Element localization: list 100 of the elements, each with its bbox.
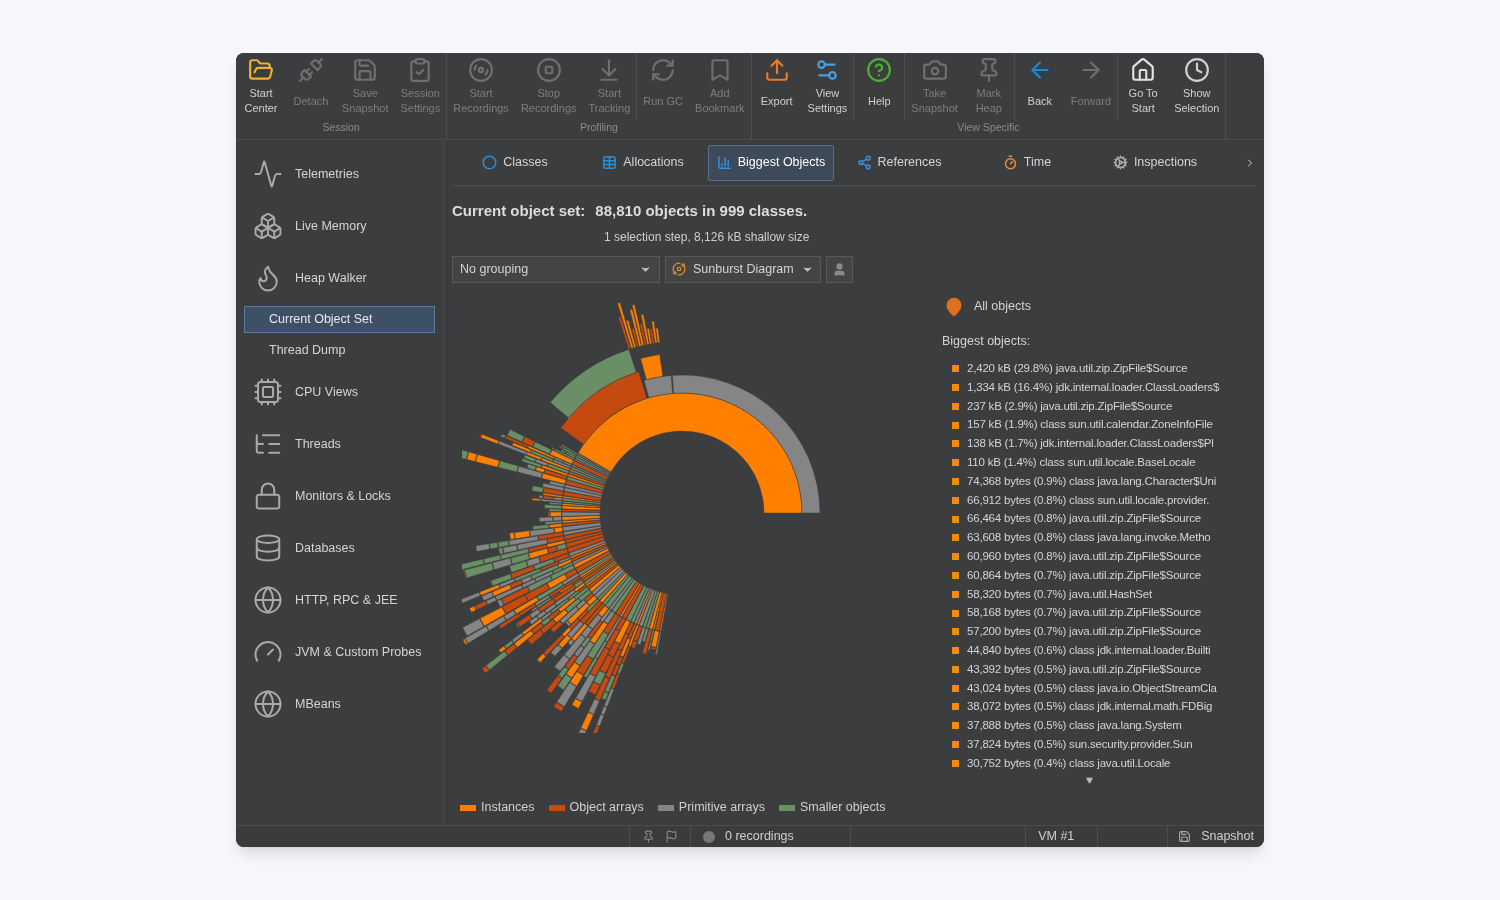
toolbar-button[interactable]: Back xyxy=(1014,57,1065,116)
legend-label: Instances xyxy=(481,799,535,817)
home-icon xyxy=(1130,57,1157,83)
grouping-dropdown[interactable]: No grouping xyxy=(452,255,660,283)
bullet-icon xyxy=(952,684,959,692)
toolbar-button[interactable]: Help xyxy=(854,57,905,116)
sidebar-item[interactable]: Heap Walker xyxy=(244,252,435,304)
sidebar-item[interactable]: Live Memory xyxy=(244,200,435,252)
bullet-icon xyxy=(952,459,959,467)
sidebar-item[interactable]: Telemetries xyxy=(244,148,435,200)
view-tab[interactable]: Allocations xyxy=(580,144,706,181)
folder-icon xyxy=(248,57,274,83)
object-entry: 66,912 bytes (0.8%) class sun.util.locale.provider. xyxy=(967,492,1210,508)
view-tab[interactable]: Classes xyxy=(452,144,578,181)
bullet-icon xyxy=(952,534,959,542)
legend-label: Primitive arrays xyxy=(678,799,765,817)
mode-label: Snapshot xyxy=(1201,828,1254,846)
sidebar-item[interactable]: JVM & Custom Probes xyxy=(244,626,435,678)
object-entry: 1,334 kB (16.4%) jdk.internal.loader.ClassLoaders$ xyxy=(967,379,1220,395)
globe-icon xyxy=(253,689,283,719)
toolbar-button[interactable]: Show Selection xyxy=(1168,57,1226,116)
class-icon xyxy=(482,155,498,170)
bullet-icon xyxy=(952,647,959,655)
help-icon xyxy=(866,57,893,83)
header-title: Current object set: xyxy=(452,201,586,221)
bullet-icon xyxy=(952,759,959,767)
bullet-icon xyxy=(952,421,959,429)
object-entry: 43,024 bytes (0.5%) class java.io.ObjectStreamCla xyxy=(967,680,1217,696)
recording-icon xyxy=(703,830,715,843)
toolbar-button[interactable]: Go To Start xyxy=(1118,57,1169,116)
flag-icon xyxy=(665,830,678,843)
bullet-icon xyxy=(952,477,959,485)
floppy-icon xyxy=(1178,830,1192,843)
object-entry: 58,320 bytes (0.7%) java.util.HashSet xyxy=(967,586,1152,602)
object-entry: 60,864 bytes (0.7%) java.util.zip.ZipFile$Source xyxy=(967,567,1201,583)
bullet-icon xyxy=(952,496,959,504)
root-label: All objects xyxy=(974,298,1031,316)
object-entry: 37,824 bytes (0.5%) sun.security.provider.Sun xyxy=(967,736,1193,752)
object-entry: 58,168 bytes (0.7%) java.util.zip.ZipFile$Source xyxy=(967,605,1201,621)
view-tab[interactable]: References xyxy=(836,144,962,181)
object-entry: 43,392 bytes (0.5%) java.util.zip.ZipFile$Source xyxy=(967,661,1201,677)
toolbar-button[interactable]: View Settings xyxy=(801,57,854,116)
object-entry: 237 kB (2.9%) java.util.zip.ZipFile$Source xyxy=(967,398,1173,414)
object-entry: 57,200 bytes (0.7%) java.util.zip.ZipFile$Source xyxy=(967,624,1201,640)
chart-icon xyxy=(253,159,283,189)
toolbar-button[interactable]: Start Center xyxy=(236,57,286,116)
chip-icon xyxy=(253,377,283,407)
view-tab[interactable]: Inspections xyxy=(1092,144,1218,181)
sidebar-item[interactable]: CPU Views xyxy=(244,366,435,418)
sunburst-icon xyxy=(672,262,686,276)
object-entry: 44,840 bytes (0.6%) class jdk.internal.loader.Builti xyxy=(967,642,1211,658)
sidebar-item[interactable]: Databases xyxy=(244,522,435,574)
group-label: View Specific xyxy=(956,120,1021,136)
bullet-icon xyxy=(952,609,959,617)
vm-label: VM #1 xyxy=(1038,828,1075,846)
legend-label: Smaller objects xyxy=(800,799,886,817)
toolbar-button[interactable]: Export xyxy=(751,57,802,116)
object-entry: 38,072 bytes (0.5%) class jdk.internal.math.FDBig xyxy=(967,699,1213,715)
head-icon xyxy=(832,261,847,277)
refresh-icon xyxy=(650,57,677,83)
bullet-icon xyxy=(952,402,959,410)
sidebar-item[interactable]: MBeans xyxy=(244,678,435,730)
bullet-icon xyxy=(952,515,959,523)
head-button[interactable] xyxy=(826,255,853,283)
database-icon xyxy=(253,533,283,563)
bullet-icon xyxy=(952,665,959,673)
gear-icon xyxy=(1112,155,1128,170)
clock-icon xyxy=(1183,57,1210,83)
sidebar-item[interactable]: Monitors & Locks xyxy=(244,470,435,522)
sidebar-subitem[interactable]: Current Object Set xyxy=(244,306,435,333)
object-entry: 63,608 bytes (0.8%) class java.lang.invoke.Metho xyxy=(967,530,1211,546)
object-entry: 30,752 bytes (0.4%) class java.util.Locale xyxy=(967,755,1171,771)
object-entry: 74,368 bytes (0.9%) class java.lang.Character$Uni xyxy=(967,473,1217,489)
sidebar-item[interactable]: HTTP, RPC & JEE xyxy=(244,574,435,626)
object-entry: 60,960 bytes (0.8%) java.util.zip.ZipFile$Source xyxy=(967,549,1201,564)
object-summary: 88,810 objects in 999 classes. xyxy=(595,201,808,221)
sidebar-subitem[interactable]: Thread Dump xyxy=(244,337,435,364)
boxes-icon xyxy=(253,211,283,241)
bullet-icon xyxy=(952,741,959,749)
globe-icon xyxy=(253,585,283,615)
camera-icon xyxy=(921,57,948,83)
bullet-icon xyxy=(952,440,959,448)
recordings-count: 0 recordings xyxy=(725,828,794,846)
allocation-icon xyxy=(602,155,618,170)
pin-icon xyxy=(642,830,655,843)
view-dropdown[interactable]: Sunburst Diagram xyxy=(665,255,821,283)
stop-icon xyxy=(535,57,562,83)
selection-detail: 1 selection step, 8,126 kB shallow size xyxy=(604,228,810,246)
sidebar-item[interactable]: Threads xyxy=(244,418,435,470)
clock-icon xyxy=(1002,155,1018,170)
view-tab[interactable]: Biggest Objects xyxy=(708,144,834,181)
group-label: Session xyxy=(321,120,361,136)
object-entry: 138 kB (1.7%) jdk.internal.loader.ClassLoaders$Pl xyxy=(967,436,1214,452)
object-entry: 37,888 bytes (0.5%) class java.lang.System xyxy=(967,718,1182,734)
lock-icon xyxy=(253,481,283,511)
bullet-icon xyxy=(952,628,959,636)
object-entry: 2,420 kB (29.8%) java.util.zip.ZipFile$Source xyxy=(967,361,1188,376)
references-icon xyxy=(856,155,872,170)
bullet-icon xyxy=(952,722,959,730)
view-tab[interactable]: Time xyxy=(964,144,1090,181)
